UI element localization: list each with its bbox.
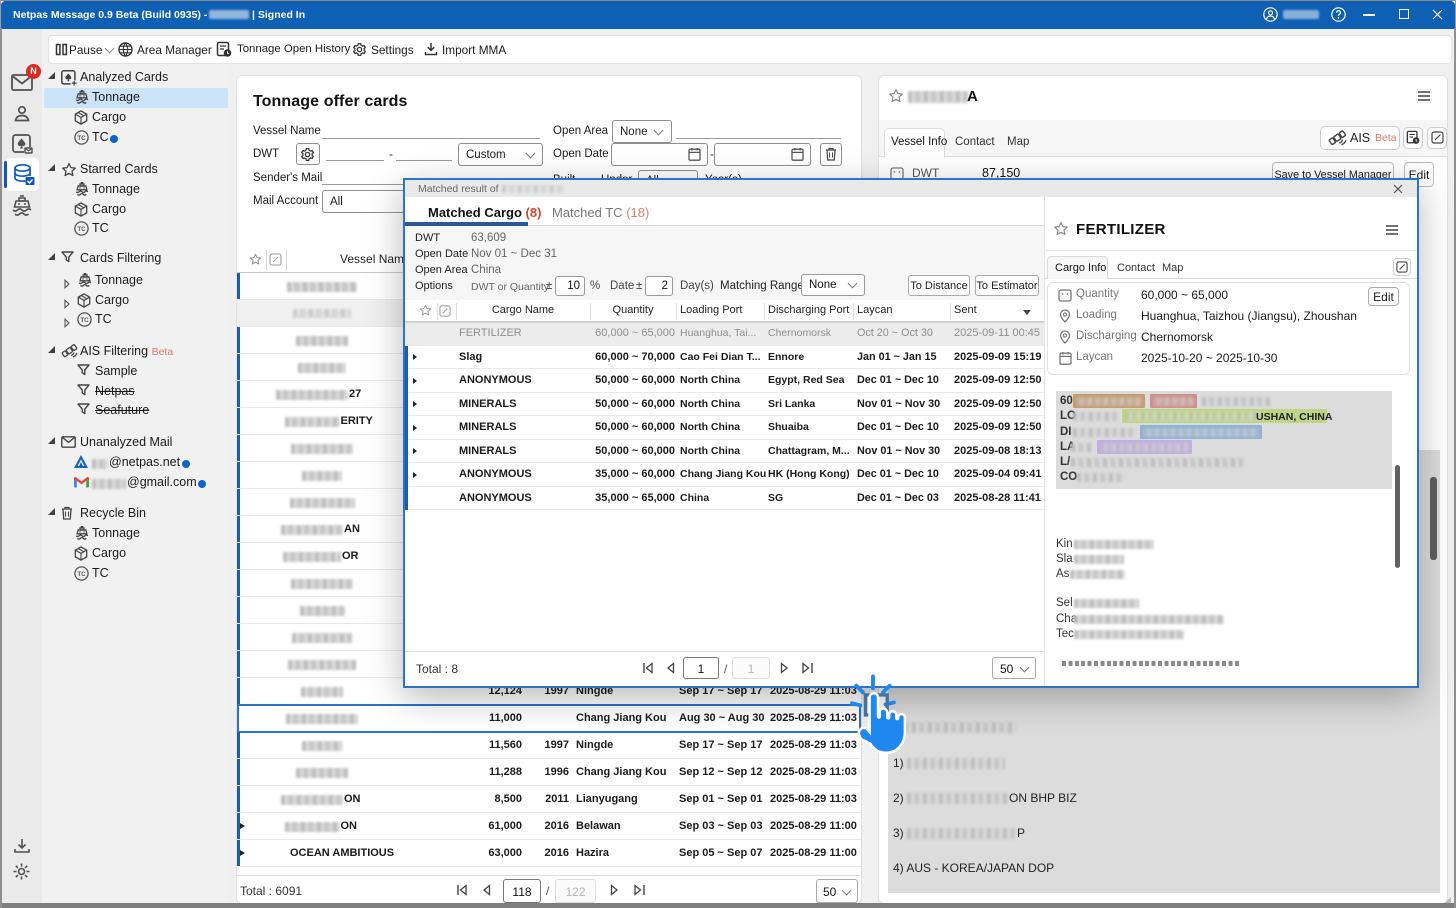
svg-text:TC: TC [77,571,86,578]
svg-text:TC: TC [77,135,86,142]
svg-text:TC: TC [80,317,89,324]
svg-text:TC: TC [77,226,86,233]
